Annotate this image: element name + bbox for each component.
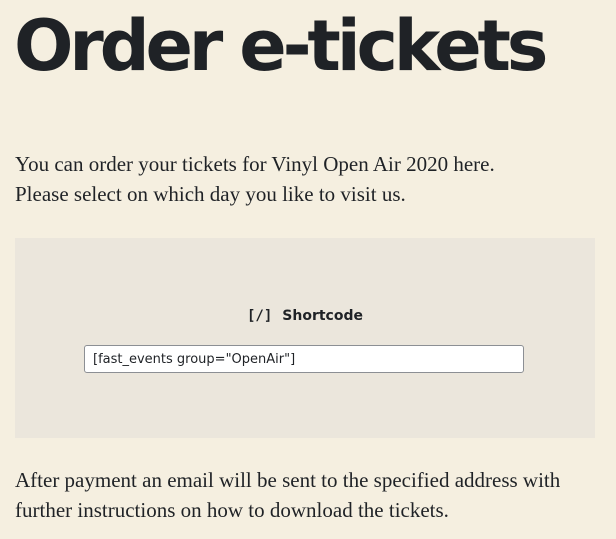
shortcode-block: [/] Shortcode (15, 238, 595, 438)
intro-paragraph: You can order your tickets for Vinyl Ope… (15, 149, 495, 209)
shortcode-label-text: Shortcode (282, 308, 363, 324)
after-paragraph: After payment an email will be sent to t… (15, 465, 560, 525)
shortcode-input[interactable] (84, 345, 524, 373)
intro-line-2: Please select on which day you like to v… (15, 182, 406, 206)
after-line-1: After payment an email will be sent to t… (15, 468, 561, 492)
shortcode-block-label: [/] Shortcode (15, 306, 595, 326)
shortcode-icon: [/] (247, 308, 273, 324)
intro-line-1: You can order your tickets for Vinyl Ope… (15, 152, 495, 176)
page-title: Order e-tickets (14, 5, 548, 87)
after-line-2: further instructions on how to download … (15, 498, 449, 522)
